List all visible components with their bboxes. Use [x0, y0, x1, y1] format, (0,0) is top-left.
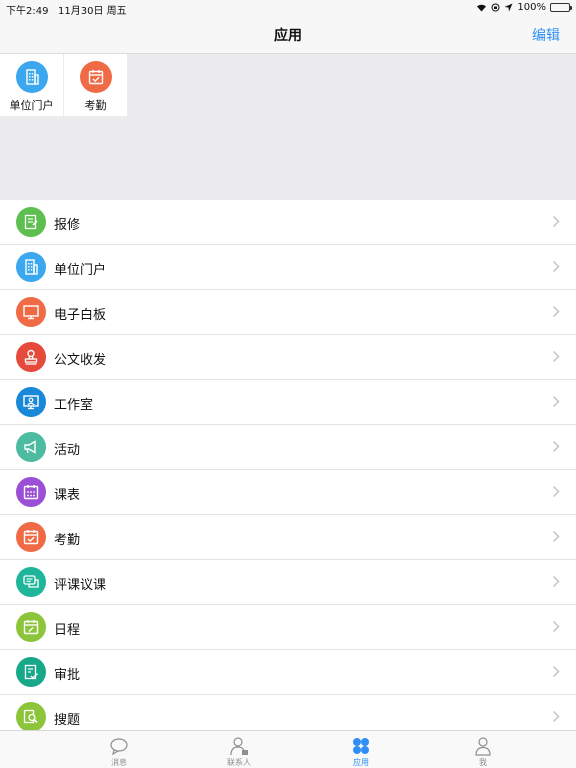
list-item-label: 活动	[54, 443, 81, 458]
list-item-repair[interactable]: 报修	[0, 200, 576, 245]
list-item-label: 公文收发	[54, 353, 107, 368]
list-item-label: 审批	[54, 668, 81, 683]
tab-contacts[interactable]: 联系人	[209, 731, 269, 768]
list-item-label: 课表	[54, 488, 81, 503]
building-icon	[15, 61, 48, 93]
list-item-unit-portal[interactable]: 单位门户	[0, 245, 576, 290]
chevron-right-icon	[552, 395, 560, 408]
monitor-icon	[16, 297, 46, 327]
calendar-check-icon	[16, 522, 46, 552]
building-icon	[16, 252, 46, 282]
list-item-whiteboard[interactable]: 电子白板	[0, 290, 576, 335]
chevron-right-icon	[552, 665, 560, 678]
edit-button[interactable]: 编辑	[532, 25, 560, 45]
page-title: 应用	[274, 28, 302, 44]
tab-apps[interactable]: 应用	[331, 731, 391, 768]
list-item-search-questions[interactable]: 搜题	[0, 695, 576, 730]
megaphone-icon	[16, 432, 46, 462]
list-item-activities[interactable]: 活动	[0, 425, 576, 470]
list-item-label: 考勤	[54, 533, 81, 548]
orientation-lock-icon	[491, 3, 500, 12]
list-item-approval[interactable]: 审批	[0, 650, 576, 695]
list-item-timetable[interactable]: 课表	[0, 470, 576, 515]
tab-label: 消息	[111, 758, 127, 767]
chevron-right-icon	[552, 215, 560, 228]
apps-list: 报修 单位门户 电子白板 公文收发 工作室 活动 课表 考勤 评课议课 日程 审…	[0, 200, 576, 730]
chevron-right-icon	[552, 530, 560, 543]
chevron-right-icon	[552, 440, 560, 453]
location-icon	[504, 3, 513, 12]
list-item-label: 单位门户	[54, 263, 107, 278]
grid-tile-unit-portal[interactable]: 单位门户	[0, 54, 63, 116]
grid-tile-label: 考勤	[84, 99, 107, 112]
profile-icon	[475, 737, 491, 756]
chevron-right-icon	[552, 305, 560, 318]
tab-label: 我	[479, 758, 487, 767]
apps-icon	[353, 738, 369, 754]
status-bar: 下午2:49 11月30日 周五 100%	[0, 0, 576, 17]
stamp-icon	[16, 342, 46, 372]
schedule-icon	[16, 612, 46, 642]
calendar-check-icon	[79, 61, 112, 93]
chevron-right-icon	[552, 260, 560, 273]
list-item-documents[interactable]: 公文收发	[0, 335, 576, 380]
list-item-lesson-review[interactable]: 评课议课	[0, 560, 576, 605]
contacts-icon	[230, 737, 248, 756]
list-item-label: 报修	[54, 218, 81, 233]
chevron-right-icon	[552, 710, 560, 723]
battery-percent: 100%	[517, 2, 546, 13]
chevron-right-icon	[552, 350, 560, 363]
list-item-label: 日程	[54, 623, 81, 638]
list-item-label: 工作室	[54, 398, 94, 413]
chevron-right-icon	[552, 620, 560, 633]
tab-bar: 消息 联系人 应用 我	[0, 730, 576, 768]
timetable-icon	[16, 477, 46, 507]
list-item-label: 搜题	[54, 713, 81, 728]
list-item-schedule[interactable]: 日程	[0, 605, 576, 650]
chevron-right-icon	[552, 575, 560, 588]
favorite-apps-grid: 单位门户 考勤	[0, 54, 576, 200]
approval-icon	[16, 657, 46, 687]
wifi-icon	[477, 4, 487, 12]
tab-label: 联系人	[227, 758, 251, 767]
status-time-date: 下午2:49 11月30日 周五	[6, 2, 127, 17]
list-item-label: 电子白板	[54, 308, 107, 323]
list-item-studio[interactable]: 工作室	[0, 380, 576, 425]
tab-label: 应用	[353, 758, 369, 767]
chevron-right-icon	[552, 485, 560, 498]
list-item-attendance[interactable]: 考勤	[0, 515, 576, 560]
status-indicators: 100%	[476, 2, 572, 13]
tab-profile[interactable]: 我	[453, 731, 513, 768]
list-item-label: 评课议课	[54, 578, 107, 593]
grid-tile-label: 单位门户	[9, 99, 54, 112]
message-icon	[110, 738, 128, 756]
tab-messages[interactable]: 消息	[89, 731, 149, 768]
repair-form-icon	[16, 207, 46, 237]
presenter-icon	[16, 387, 46, 417]
grid-tile-attendance[interactable]: 考勤	[64, 54, 127, 116]
search-doc-icon	[16, 702, 46, 730]
chat-icon	[16, 567, 46, 597]
battery-icon	[550, 3, 572, 12]
nav-bar: 应用 编辑	[0, 16, 576, 54]
